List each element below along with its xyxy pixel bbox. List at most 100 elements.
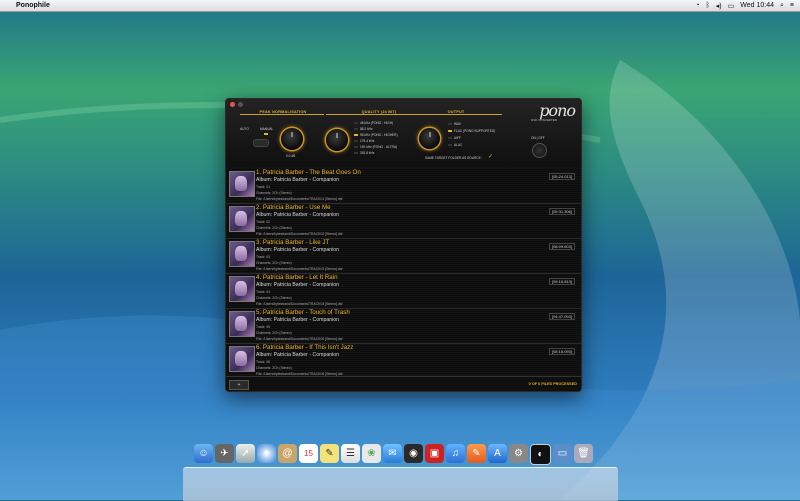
quality-knob[interactable] — [326, 129, 348, 151]
same-folder-label: SAME TARGET FOLDER AS SOURCE: — [425, 156, 482, 160]
track-duration: [05:15.093] — [548, 348, 575, 355]
quality-option[interactable]: 88.2 kHz — [360, 127, 373, 131]
power-button[interactable] — [532, 143, 547, 158]
battery-icon[interactable]: ▭ — [728, 2, 735, 10]
ponophile-window: PEAK NORMALISATION AUTO MANUAL 0.0 dB QU… — [225, 98, 582, 392]
ibooks-icon[interactable]: ✎ — [467, 444, 486, 463]
output-option[interactable]: ALAC — [454, 143, 462, 147]
track-list[interactable]: 1. Patricia Barber - The Beat Goes On Alb… — [226, 168, 581, 379]
track-duration: [08:09.603] — [548, 243, 575, 250]
app-store-icon[interactable]: A — [488, 444, 507, 463]
minimize-button[interactable] — [238, 102, 243, 107]
track-row[interactable]: 1. Patricia Barber - The Beat Goes On Alb… — [226, 168, 581, 204]
track-title: 4. Patricia Barber - Let It Rain — [256, 274, 338, 281]
quality-option[interactable]: 352.8 kHz — [360, 151, 374, 155]
photo-booth-icon[interactable]: ▣ — [425, 444, 444, 463]
track-album: Album: Patricia Barber - Companion — [256, 247, 340, 253]
album-art — [229, 346, 255, 372]
output-option[interactable]: AIFF — [454, 136, 461, 140]
track-title: 6. Patricia Barber - If This Isn't Jazz — [256, 344, 354, 351]
messages-icon[interactable]: ✉ — [383, 444, 402, 463]
finder-icon[interactable]: ☺ — [194, 444, 213, 463]
quality-indicator — [354, 140, 358, 142]
photos-icon[interactable]: ❀ — [362, 444, 381, 463]
wifi-icon[interactable]: ◔ — [695, 2, 699, 9]
itunes-icon[interactable]: ♫ — [446, 444, 465, 463]
quality-option[interactable]: 176.4 kHz — [360, 139, 374, 143]
auto-manual-toggle[interactable] — [253, 139, 269, 147]
safari-icon[interactable]: ✦ — [257, 444, 276, 463]
manual-label: MANUAL — [260, 127, 274, 131]
track-number: Track: 03 — [256, 255, 271, 259]
track-row[interactable]: 4. Patricia Barber - Let It Rain Album: P… — [226, 273, 581, 309]
add-files-button[interactable]: + — [229, 380, 249, 390]
manual-indicator — [264, 133, 268, 135]
track-row[interactable]: 2. Patricia Barber - Use Me Album: Patric… — [226, 203, 581, 239]
auto-label: AUTO — [240, 127, 249, 131]
downloads-folder-icon[interactable]: ▭ — [553, 444, 572, 463]
track-duration: [05:31.306] — [548, 208, 575, 215]
album-art — [229, 241, 255, 267]
notes-icon[interactable]: ✎ — [320, 444, 339, 463]
track-channels: Channels: 2Ch (Stereo) — [256, 191, 292, 195]
track-title: 3. Patricia Barber - Like JT — [256, 239, 330, 246]
track-number: Track: 01 — [256, 185, 271, 189]
track-row[interactable]: 3. Patricia Barber - Like JT Album: Patri… — [226, 238, 581, 274]
launchpad-icon[interactable]: ✈ — [215, 444, 234, 463]
track-title: 1. Patricia Barber - The Beat Goes On — [256, 169, 361, 176]
rocket-icon[interactable]: ➚ — [236, 444, 255, 463]
track-row[interactable]: 5. Patricia Barber - Touch of Trash Album… — [226, 308, 581, 344]
logo-subtitle: DSD CONVERTER — [531, 118, 557, 122]
track-channels: Channels: 2Ch (Stereo) — [256, 331, 292, 335]
clock[interactable]: Wed 10:44 — [740, 2, 774, 9]
output-indicator — [448, 144, 452, 146]
gain-knob[interactable] — [281, 128, 303, 150]
bluetooth-icon[interactable]: ᛒ — [706, 2, 710, 9]
output-indicator — [448, 130, 452, 132]
volume-icon[interactable]: ◂) — [716, 2, 722, 10]
contacts-icon[interactable]: @ — [278, 444, 297, 463]
output-knob[interactable] — [419, 128, 440, 149]
trash-icon[interactable]: 🗑 — [574, 444, 593, 463]
track-file: File: /Users/bytestrand/Documents/TRACK0… — [256, 302, 343, 306]
track-file: File: /Users/bytestrand/Documents/TRACK0… — [256, 267, 343, 271]
track-channels: Channels: 2Ch (Stereo) — [256, 296, 292, 300]
track-number: Track: 06 — [256, 360, 271, 364]
calendar-icon[interactable]: 15 — [299, 444, 318, 463]
output-option[interactable]: FLAC (PONO SUPPORTED) — [454, 129, 495, 133]
ponophile-dock-icon[interactable]: ◐ — [530, 444, 551, 465]
quality-indicator — [354, 152, 358, 154]
track-row[interactable]: 6. Patricia Barber - If This Isn't Jazz A… — [226, 343, 581, 379]
quality-option[interactable]: 48 kHz (PONO - HIGH) — [360, 121, 393, 125]
close-button[interactable] — [230, 102, 235, 107]
album-art — [229, 276, 255, 302]
on-off-label: ON | OFF — [531, 136, 545, 140]
window-controls — [230, 102, 243, 107]
track-album: Album: Patricia Barber - Companion — [256, 317, 340, 323]
track-title: 2. Patricia Barber - Use Me — [256, 204, 331, 211]
track-number: Track: 05 — [256, 325, 271, 329]
track-file: File: /Users/bytestrand/Documents/TRACK0… — [256, 197, 343, 201]
same-folder-checkbox[interactable]: ✓ — [488, 153, 493, 160]
output-indicator — [448, 137, 452, 139]
quality-indicator — [354, 128, 358, 130]
status-bar: + 0 OF 6 FILES PROCESSED — [226, 376, 581, 391]
controls-panel: PEAK NORMALISATION AUTO MANUAL 0.0 dB QU… — [226, 99, 581, 167]
reminders-icon[interactable]: ☰ — [341, 444, 360, 463]
output-indicator — [448, 123, 452, 125]
dock-icons: ☺ ✈ ➚ ✦ @ 15 ✎ ☰ ❀ ✉ ◉ ▣ ♫ ✎ A ⚙ ◐ ▭ 🗑 — [194, 444, 593, 465]
track-number: Track: 02 — [256, 220, 271, 224]
track-channels: Channels: 2Ch (Stereo) — [256, 226, 292, 230]
quality-option[interactable]: 192 kHz (PONO - ULTRA) — [360, 145, 397, 149]
track-album: Album: Patricia Barber - Companion — [256, 212, 340, 218]
system-preferences-icon[interactable]: ⚙ — [509, 444, 528, 463]
facetime-icon[interactable]: ◉ — [404, 444, 423, 463]
notification-center-icon[interactable]: ≡ — [790, 2, 794, 9]
app-menu[interactable]: Ponophile — [14, 2, 50, 9]
divider — [418, 114, 502, 115]
track-album: Album: Patricia Barber - Companion — [256, 352, 340, 358]
quality-indicator — [354, 122, 358, 124]
search-icon[interactable]: ⌕ — [780, 2, 784, 10]
output-option[interactable]: WAV — [454, 122, 461, 126]
quality-option[interactable]: 96 kHz (PONO - HIGHER) — [360, 133, 398, 137]
